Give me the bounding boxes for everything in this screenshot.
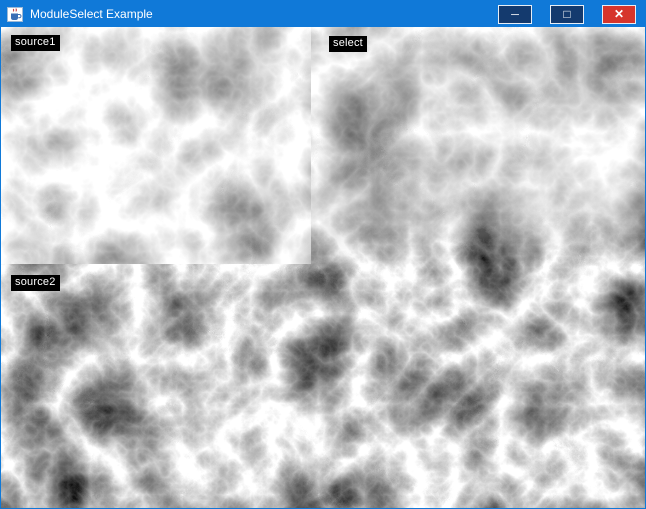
close-icon: ✕ (614, 8, 624, 20)
titlebar[interactable]: ModuleSelect Example ─ □ ✕ (1, 1, 645, 27)
source1-panel (1, 27, 311, 264)
window: ModuleSelect Example ─ □ ✕ (0, 0, 646, 509)
render-canvas: source1 select source2 (1, 27, 645, 508)
minimize-button[interactable]: ─ (498, 5, 532, 24)
maximize-icon: □ (563, 8, 570, 20)
close-button[interactable]: ✕ (602, 5, 636, 24)
minimize-icon: ─ (511, 10, 519, 21)
window-title: ModuleSelect Example (30, 7, 498, 21)
maximize-button[interactable]: □ (550, 5, 584, 24)
source1-label: source1 (11, 35, 60, 51)
select-label: select (329, 36, 367, 52)
java-app-icon (7, 7, 23, 22)
source2-label: source2 (11, 275, 60, 291)
window-controls: ─ □ ✕ (498, 5, 645, 24)
